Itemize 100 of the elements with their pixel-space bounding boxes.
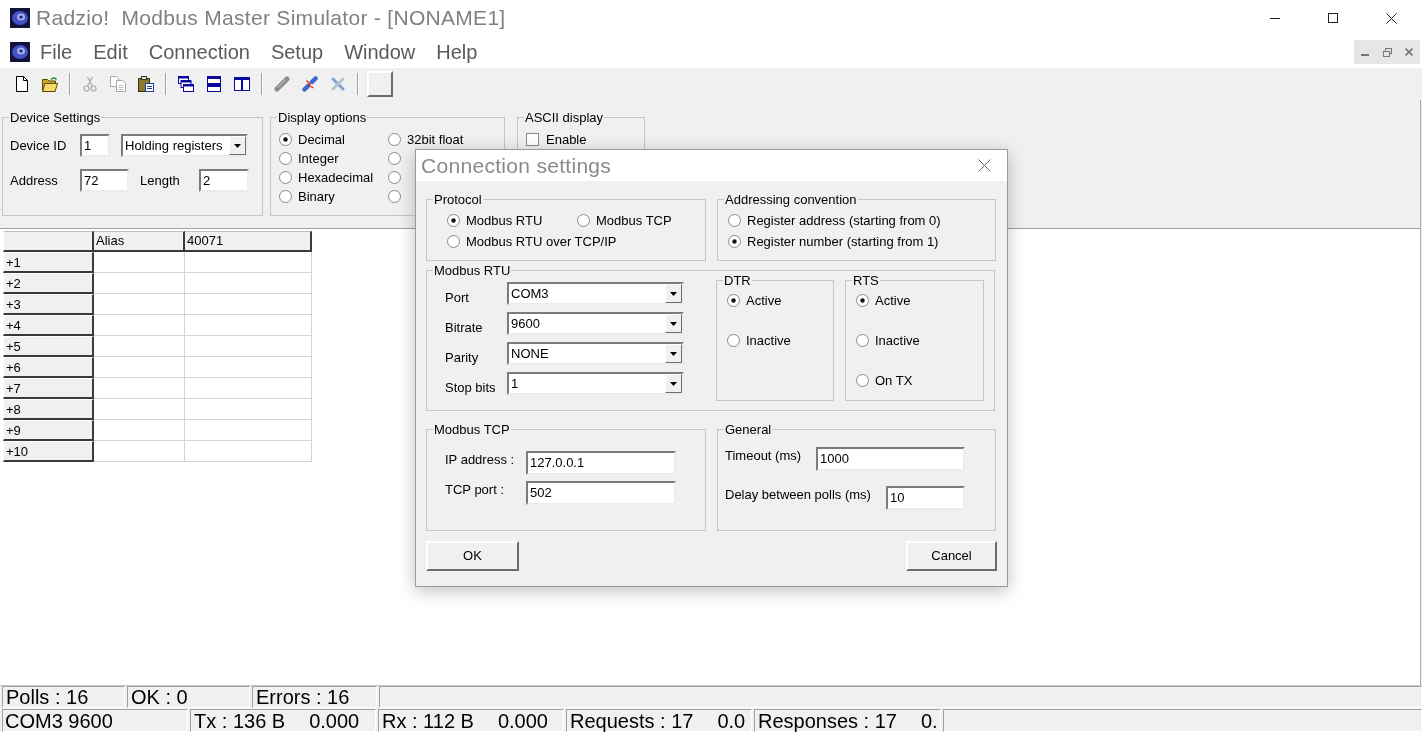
dropdown-button[interactable] (665, 284, 682, 303)
clipboard-icon (138, 76, 154, 92)
caret-icon (670, 381, 677, 386)
column-header: 40071 (185, 231, 312, 252)
group-title: Modbus TCP (433, 422, 511, 437)
dropdown-button[interactable] (229, 136, 246, 155)
restore-icon (1382, 47, 1392, 57)
wrench-screwdriver-icon (330, 76, 346, 92)
checkbox-option[interactable]: Enable (526, 132, 587, 147)
dropdown-button[interactable] (665, 314, 682, 333)
radio-option[interactable]: Active (727, 293, 782, 308)
status-panel: COM3 9600 (2, 709, 188, 732)
row-header: +3 (3, 294, 94, 315)
field-label: Delay between polls (ms) (725, 486, 872, 502)
dropdown[interactable]: 9600 (507, 312, 684, 335)
group-title: Display options (277, 110, 368, 125)
radio-option[interactable]: Active (856, 293, 911, 308)
group-title: Device Settings (9, 110, 102, 125)
radio-option[interactable]: Hexadecimal (279, 170, 374, 185)
dialog-title: Connection settings (421, 153, 612, 178)
status-panel: OK : 0 (127, 686, 250, 708)
field-label: Length (140, 173, 181, 188)
field-label: Parity (445, 350, 480, 365)
text-field[interactable]: 502 (526, 481, 676, 505)
row-header: +6 (3, 357, 94, 378)
status-text: Requests : 17 (570, 710, 694, 731)
text-field[interactable]: 2 (199, 169, 249, 192)
radio-option[interactable]: Integer (279, 151, 339, 166)
app-icon (10, 8, 30, 28)
dropdown[interactable]: NONE (507, 342, 684, 365)
close-icon (1385, 12, 1397, 24)
status-panel: Errors : 16 (252, 686, 377, 708)
window-title: Radzio! Modbus Master Simulator - [NONAME1] (36, 6, 506, 30)
menu-item[interactable]: Edit (89, 40, 132, 64)
group-title: Modbus RTU (433, 263, 512, 278)
status-text: Tx : 136 B (194, 710, 286, 731)
radio-button[interactable] (388, 171, 401, 184)
menu-item[interactable]: Help (432, 40, 482, 64)
field-label: Device ID (10, 138, 68, 153)
app-icon (10, 42, 30, 62)
text-field[interactable]: 127.0.0.1 (526, 451, 676, 475)
radio-option[interactable]: Decimal (279, 132, 345, 147)
dialog-button[interactable]: Cancel (906, 541, 997, 571)
text-field[interactable]: 1 (80, 134, 110, 157)
menu-item[interactable]: File (36, 40, 77, 64)
status-panel: Polls : 16 (2, 686, 125, 708)
group-title: DTR (723, 273, 752, 288)
row-header: +1 (3, 252, 94, 273)
status-text: Responses : 17 (758, 710, 897, 731)
row-header: +7 (3, 378, 94, 399)
minimize-icon (1270, 17, 1280, 19)
field-label: Bitrate (445, 320, 484, 335)
radio-button[interactable] (388, 190, 401, 203)
text-field[interactable]: 10 (886, 486, 965, 510)
radio-option[interactable]: Binary (279, 189, 335, 204)
row-header: +4 (3, 315, 94, 336)
transfer-rate: 0. (921, 710, 938, 731)
dropdown[interactable]: 1 (507, 372, 684, 395)
group-title: Protocol (433, 192, 483, 207)
radio-option[interactable]: Modbus RTU over TCP/IP (447, 234, 617, 249)
close-icon (977, 159, 991, 172)
dropdown[interactable]: COM3 (507, 282, 684, 305)
field-label: Port (445, 290, 470, 305)
scissors-icon (82, 76, 98, 92)
row-header: +8 (3, 399, 94, 420)
radio-button[interactable] (388, 152, 401, 165)
row-header: +5 (3, 336, 94, 357)
caret-icon (670, 351, 677, 356)
dropdown-button[interactable] (665, 344, 682, 363)
text-field[interactable]: 72 (80, 169, 129, 192)
text-field[interactable]: 1000 (816, 447, 965, 471)
menu-item[interactable]: Connection (144, 40, 254, 64)
field-label: Stop bits (445, 380, 497, 395)
copy-icon (110, 76, 126, 92)
radio-option[interactable]: Register address (starting from 0) (728, 213, 941, 228)
group-title: RTS (852, 273, 880, 288)
caret-icon (670, 291, 677, 296)
row-header: +2 (3, 273, 94, 294)
dialog-button[interactable]: OK (426, 541, 519, 571)
radio-option[interactable]: Inactive (727, 333, 791, 348)
caret-icon (234, 143, 241, 148)
menu-item[interactable]: Setup (266, 40, 328, 64)
radio-option[interactable]: Register number (starting from 1) (728, 234, 939, 249)
radio-option[interactable]: Inactive (856, 333, 920, 348)
radio-option[interactable]: Modbus TCP (577, 213, 672, 228)
maximize-icon (1328, 13, 1338, 23)
plug-spark-icon (302, 76, 318, 92)
column-header: Alias (94, 231, 185, 252)
menu-item[interactable]: Window (340, 40, 420, 64)
status-text: Rx : 112 B (382, 710, 474, 731)
dropdown[interactable]: Holding registers (121, 134, 248, 157)
dropdown-button[interactable] (665, 374, 682, 393)
document-icon (14, 76, 30, 92)
tile-horizontal-icon (206, 76, 222, 92)
plug-icon (274, 76, 290, 92)
radio-option[interactable]: Modbus RTU (447, 213, 543, 228)
radio-option[interactable]: On TX (856, 373, 913, 388)
radio-option[interactable]: 32bit float (388, 132, 464, 147)
group-title: Addressing convention (724, 192, 858, 207)
folder-icon (42, 76, 58, 92)
